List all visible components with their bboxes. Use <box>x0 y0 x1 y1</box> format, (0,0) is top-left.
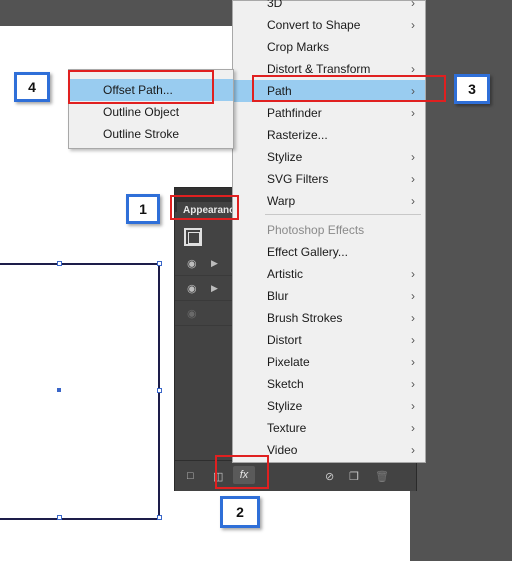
expand-triangle-icon[interactable]: ▶ <box>211 258 218 269</box>
submenu-chevron-icon: › <box>411 377 415 391</box>
submenu-chevron-icon: › <box>411 399 415 413</box>
center-point <box>57 388 61 392</box>
callout-step-1: 1 <box>126 194 160 224</box>
submenu-chevron-icon: › <box>411 355 415 369</box>
menu-item-3d[interactable]: 3D › <box>233 0 425 14</box>
submenu-chevron-icon: › <box>411 0 415 10</box>
menu-item-svg-filters[interactable]: SVG Filters › <box>233 168 425 190</box>
menu-item-texture[interactable]: Texture › <box>233 417 425 439</box>
submenu-chevron-icon: › <box>411 194 415 208</box>
visibility-eye-icon[interactable]: ◉ <box>187 282 197 295</box>
submenu-chevron-icon: › <box>411 150 415 164</box>
menu-item-brush-strokes[interactable]: Brush Strokes › <box>233 307 425 329</box>
visibility-eye-icon[interactable]: ◉ <box>187 307 197 320</box>
submenu-chevron-icon: › <box>411 333 415 347</box>
menu-item-stylize-photoshop[interactable]: Stylize › <box>233 395 425 417</box>
effect-menu: 3D › Convert to Shape › Crop Marks Distort… <box>232 0 426 463</box>
selection-handle[interactable] <box>157 388 162 393</box>
callout-step-2: 2 <box>220 496 260 528</box>
selection-handle[interactable] <box>157 515 162 520</box>
visibility-eye-icon[interactable]: ◉ <box>187 257 197 270</box>
submenu-chevron-icon: › <box>411 172 415 186</box>
submenu-chevron-icon: › <box>411 267 415 281</box>
selected-rectangle[interactable] <box>0 263 160 520</box>
menu-item-sketch[interactable]: Sketch › <box>233 373 425 395</box>
menu-separator <box>265 214 421 215</box>
menu-item-warp[interactable]: Warp › <box>233 190 425 212</box>
object-swatch-icon <box>184 228 202 246</box>
highlight-box-offset-path <box>68 70 214 104</box>
selection-handle[interactable] <box>57 515 62 520</box>
menu-item-blur[interactable]: Blur › <box>233 285 425 307</box>
menu-item-stylize-illustrator[interactable]: Stylize › <box>233 146 425 168</box>
submenu-chevron-icon: › <box>411 421 415 435</box>
selection-handle[interactable] <box>57 261 62 266</box>
highlight-box-fx-button <box>215 455 269 489</box>
menu-item-pixelate[interactable]: Pixelate › <box>233 351 425 373</box>
menu-item-crop-marks[interactable]: Crop Marks <box>233 36 425 58</box>
highlight-box-appearance-tab <box>170 195 239 220</box>
selection-handle[interactable] <box>157 261 162 266</box>
submenu-chevron-icon: › <box>411 311 415 325</box>
submenu-chevron-icon: › <box>411 289 415 303</box>
menu-item-effect-gallery[interactable]: Effect Gallery... <box>233 241 425 263</box>
submenu-chevron-icon: › <box>411 18 415 32</box>
callout-step-4: 4 <box>14 72 50 102</box>
duplicate-item-icon[interactable]: ❐ <box>349 470 359 483</box>
menu-item-artistic[interactable]: Artistic › <box>233 263 425 285</box>
menu-item-outline-stroke[interactable]: Outline Stroke <box>69 123 233 145</box>
clear-appearance-icon[interactable]: ⊘ <box>325 470 334 483</box>
menu-item-outline-object[interactable]: Outline Object <box>69 101 233 123</box>
menu-item-rasterize[interactable]: Rasterize... <box>233 124 425 146</box>
submenu-chevron-icon: › <box>411 106 415 120</box>
submenu-chevron-icon: › <box>411 443 415 457</box>
callout-step-3: 3 <box>454 74 490 104</box>
highlight-box-path <box>252 75 446 102</box>
delete-item-icon[interactable]: 🗑 <box>375 470 389 483</box>
menu-item-pathfinder[interactable]: Pathfinder › <box>233 102 425 124</box>
menu-section-photoshop-effects: Photoshop Effects <box>267 223 365 237</box>
panel-footer: □ ◫ fx ⊘ ❐ 🗑 <box>175 460 416 491</box>
add-stroke-icon[interactable]: □ <box>187 470 194 482</box>
menu-item-distort[interactable]: Distort › <box>233 329 425 351</box>
menu-item-convert-to-shape[interactable]: Convert to Shape › <box>233 14 425 36</box>
expand-triangle-icon[interactable]: ▶ <box>211 283 218 294</box>
